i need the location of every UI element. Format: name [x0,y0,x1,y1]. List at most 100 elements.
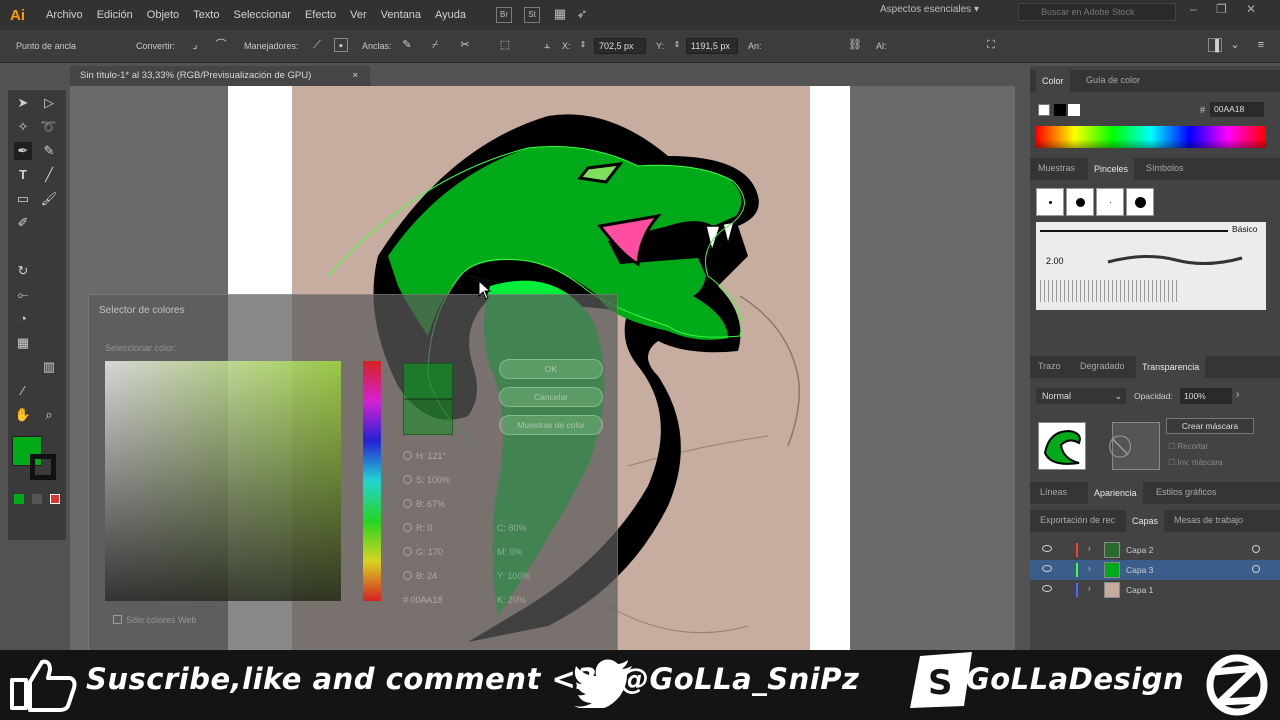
pen-tool-icon[interactable]: ✒ [14,142,32,160]
field-y[interactable]: Y: 100% [497,571,531,581]
radio-g[interactable] [403,547,412,556]
saturation-brightness-field[interactable] [105,361,341,601]
radio-bl[interactable] [403,571,412,580]
close-window-icon[interactable]: ✕ [1246,2,1256,16]
tab-stroke[interactable]: Trazo [1038,361,1061,371]
hand-tool-icon[interactable]: ✋ [14,406,32,424]
brush-small[interactable] [1036,188,1064,216]
checkbox-icon[interactable] [113,615,122,624]
stock-search-input[interactable]: Buscar en Adobe Stock [1018,3,1176,21]
tab-asset-export[interactable]: Exportación de rec [1040,515,1115,525]
tab-color-guide[interactable]: Guía de color [1086,75,1140,85]
direct-selection-tool-icon[interactable]: ▷ [40,94,58,112]
bridge-button[interactable]: Br [496,7,513,23]
color-swatches-button[interactable]: Muestras de color [499,415,603,435]
arrange-documents-icon[interactable]: ▦ [552,7,568,23]
radio-b[interactable] [403,499,412,508]
tab-brushes[interactable]: Pinceles [1088,158,1135,180]
lasso-tool-icon[interactable]: ➰ [40,118,58,136]
remove-anchor-icon[interactable]: ✎ [400,38,414,52]
field-s-value[interactable]: 100% [427,475,450,485]
menu-ver[interactable]: Ver [350,9,367,21]
field-h-value[interactable]: 121° [428,451,447,461]
field-r[interactable]: R: 0 [403,523,433,533]
field-c-value[interactable]: 80% [509,523,527,533]
chevron-right-icon[interactable]: › [1088,583,1091,593]
tab-appearance[interactable]: Apariencia [1088,482,1143,504]
hex-input[interactable]: 00AA18 [1210,102,1264,117]
menu-efecto[interactable]: Efecto [305,9,336,21]
chevron-right-icon[interactable]: › [1088,543,1091,553]
ok-button[interactable]: OK [499,359,603,379]
y-position-field[interactable]: 1191,5 px [686,38,738,54]
width-tool-icon[interactable]: ⟜ [14,286,32,304]
hex-field[interactable]: # 00AA18 [403,595,443,605]
hue-slider[interactable] [363,361,381,601]
menu-icon[interactable]: ≡ [1254,38,1268,52]
white-swatch[interactable] [1068,104,1080,116]
brush-medium[interactable] [1066,188,1094,216]
canvas[interactable]: Selector de colores Seleccionar color: O… [70,86,1015,660]
field-k-value[interactable]: 20% [508,595,526,605]
eye-icon[interactable] [1042,585,1052,592]
tab-transparency[interactable]: Transparencia [1136,356,1206,378]
field-g-value[interactable]: 170 [428,547,443,557]
radio-r[interactable] [403,523,412,532]
x-stepper-icon[interactable]: ⇕ [576,38,590,52]
brush-tiny[interactable] [1096,188,1124,216]
connect-anchors-icon[interactable]: ⌿ [428,38,442,52]
workspace-switcher[interactable]: Aspectos esenciales ▾ [880,4,979,15]
gpu-performance-icon[interactable]: ➶ [574,7,590,23]
field-m-value[interactable]: 0% [510,547,523,557]
eye-icon[interactable] [1042,545,1052,552]
chevron-right-icon[interactable]: › [1236,389,1239,400]
tab-lines[interactable]: Líneas [1040,487,1067,497]
minimize-icon[interactable]: – [1190,2,1197,16]
color-spectrum[interactable] [1036,126,1266,148]
tab-graphic-styles[interactable]: Estilos gráficos [1156,487,1217,497]
chevron-down-icon[interactable]: ⌄ [1228,38,1242,52]
shaper-tool-icon[interactable]: ✐ [14,214,32,232]
menu-seleccionar[interactable]: Seleccionar [233,9,290,21]
none-swatch-icon[interactable] [1038,104,1050,116]
field-s[interactable]: S: 100% [403,475,450,485]
invert-mask-checkbox[interactable]: ☐ Inv. máscara [1168,458,1223,467]
none-mode-icon[interactable] [50,494,60,504]
blend-mode-select[interactable]: Normal ⌄ [1036,388,1126,404]
panel-toggle-icon[interactable]: ▐ [1208,38,1222,52]
line-tool-icon[interactable]: ╱ [40,166,58,184]
y-stepper-icon[interactable]: ⇕ [670,38,684,52]
field-y-value[interactable]: 100% [508,571,531,581]
tab-color[interactable]: Color [1036,70,1070,92]
graph-tool-icon[interactable]: ▥ [40,358,58,376]
selection-tool-icon[interactable]: ➤ [14,94,32,112]
x-position-field[interactable]: 702,5 px [594,38,646,54]
cancel-button[interactable]: Cancelar [499,387,603,407]
radio-s[interactable] [403,475,412,484]
stroke-swatch[interactable] [30,454,56,480]
field-r-value[interactable]: 0 [428,523,433,533]
menu-edicion[interactable]: Edición [97,9,133,21]
field-bl-value[interactable]: 24 [427,571,437,581]
stock-button[interactable]: St [524,7,541,23]
rectangle-tool-icon[interactable]: ▭ [14,190,32,208]
layer-name[interactable]: Capa 1 [1126,585,1153,595]
close-tab-icon[interactable]: × [352,66,358,86]
layer-name[interactable]: Capa 3 [1126,565,1153,575]
isolate-icon[interactable]: ⬚ [498,38,512,52]
field-m[interactable]: M: 0% [497,547,523,557]
object-thumbnail[interactable] [1038,422,1086,470]
align-icon[interactable]: ⫠ [540,38,554,52]
menu-archivo[interactable]: Archivo [46,9,83,21]
tab-swatches[interactable]: Muestras [1038,163,1075,173]
tab-artboards[interactable]: Mesas de trabajo [1174,515,1243,525]
field-bl[interactable]: B: 24 [403,571,437,581]
menu-ayuda[interactable]: Ayuda [435,9,466,21]
color-mode-icon[interactable] [14,494,24,504]
convert-smooth-icon[interactable]: ⌒ [214,38,228,52]
curvature-tool-icon[interactable]: ✎ [40,142,58,160]
brush-list[interactable]: Básico 2.00 [1036,222,1266,310]
magic-wand-tool-icon[interactable]: ✧ [14,118,32,136]
tab-layers[interactable]: Capas [1126,510,1165,532]
layer-row[interactable]: › Capa 2 [1030,540,1280,560]
